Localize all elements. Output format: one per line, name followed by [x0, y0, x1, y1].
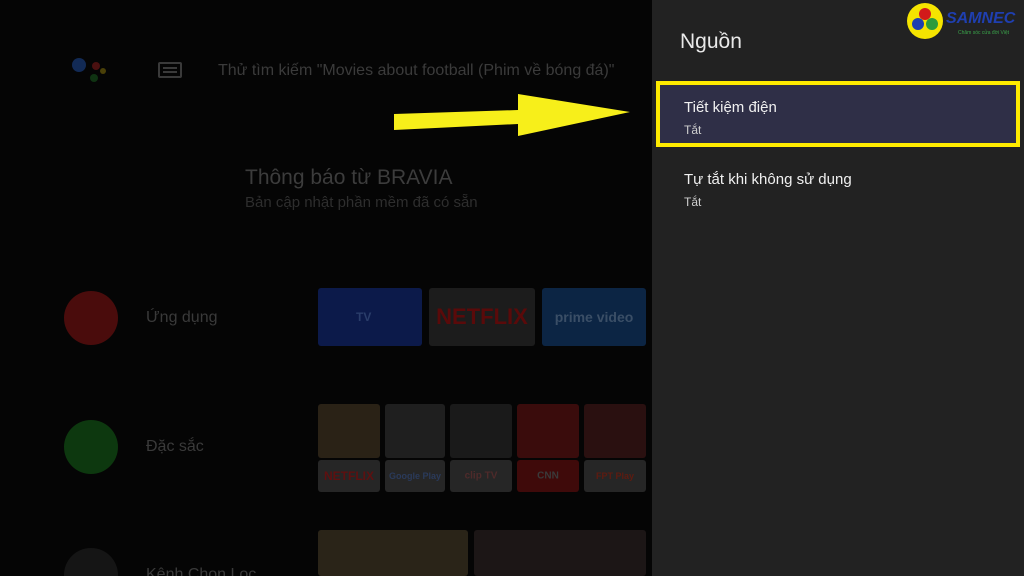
row-label-featured: Đặc sắc	[146, 438, 204, 455]
search-hint[interactable]: Thử tìm kiếm "Movies about football (Phi…	[218, 62, 614, 80]
featured-tile-cnn[interactable]: CNN	[517, 460, 579, 492]
setting-value: Tắt	[684, 195, 702, 209]
logo-mark-icon	[907, 3, 943, 39]
notification-title: Thông báo từ BRAVIA	[245, 166, 453, 189]
setting-value: Tắt	[684, 123, 702, 137]
setting-label: Tiết kiệm điện	[684, 99, 777, 116]
row-label-apps: Ứng dụng	[146, 309, 218, 326]
logo-text: SAMNEC	[946, 10, 1016, 27]
panel-title: Nguồn	[680, 30, 742, 53]
featured-icon[interactable]	[64, 420, 118, 474]
app-tile-netflix[interactable]: NETFLIX	[429, 288, 535, 346]
app-tile-netflix-label: NETFLIX	[436, 304, 528, 329]
featured-tile-label: NETFLIX	[324, 469, 374, 483]
featured-thumbnail[interactable]	[584, 404, 646, 458]
power-settings-panel: Nguồn Tiết kiệm điện Tắt Tự tắt khi khôn…	[652, 0, 1024, 576]
channel-thumbnail[interactable]	[318, 530, 468, 576]
google-assistant-icon[interactable]	[70, 56, 110, 88]
logo-slogan: Chăm sóc cửa đời Việt	[958, 30, 1009, 36]
keyboard-icon[interactable]	[158, 62, 182, 78]
featured-tile-google-play[interactable]: Google Play	[385, 460, 445, 492]
setting-label: Tự tắt khi không sử dụng	[684, 171, 852, 188]
home-screen-background: Thử tìm kiếm "Movies about football (Phi…	[0, 0, 652, 576]
app-tile-prime-label: prime video	[554, 309, 634, 325]
app-tile-tv-label: TV	[356, 310, 372, 324]
featured-tile-clip-tv[interactable]: clip TV	[450, 460, 512, 492]
app-tile-prime-video[interactable]: prime video	[542, 288, 646, 346]
featured-thumbnail[interactable]	[450, 404, 512, 458]
setting-power-saving[interactable]: Tiết kiệm điện Tắt	[656, 81, 1020, 147]
featured-tile-label: CNN	[537, 470, 559, 482]
app-tile-tv[interactable]: TV	[318, 288, 422, 346]
channels-icon[interactable]	[64, 548, 118, 576]
samnec-logo: SAMNEC Chăm sóc cửa đời Việt	[906, 2, 1022, 42]
featured-tile-fpt-play[interactable]: FPT Play	[584, 460, 646, 492]
featured-tile-label: clip TV	[464, 470, 498, 482]
featured-tile-label: FPT Play	[595, 471, 634, 481]
yellow-arrow-annotation	[394, 94, 630, 136]
notification-subtitle: Bản cập nhật phần mềm đã có sẵn	[245, 194, 478, 211]
featured-thumbnail[interactable]	[385, 404, 445, 458]
featured-tile-netflix[interactable]: NETFLIX	[318, 460, 380, 492]
setting-auto-off[interactable]: Tự tắt khi không sử dụng Tắt	[656, 155, 1020, 217]
row-label-channels: Kênh Chọn Lọc	[146, 566, 257, 576]
featured-tile-label: Google Play	[388, 471, 441, 481]
featured-thumbnail[interactable]	[318, 404, 380, 458]
featured-thumbnail[interactable]	[517, 404, 579, 458]
channel-thumbnail[interactable]	[474, 530, 646, 576]
apps-grid-icon[interactable]	[64, 291, 118, 345]
